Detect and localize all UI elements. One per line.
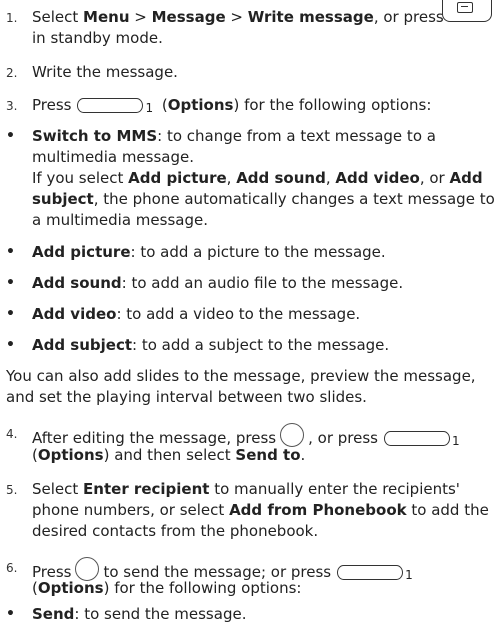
- step-text: Select Menu > Message > Write message, o…: [32, 8, 444, 26]
- step-number: 2.: [6, 66, 18, 80]
- step-text: Write the message.: [32, 63, 178, 81]
- message-key-icon: [442, 0, 492, 22]
- step-number: 1.: [6, 11, 18, 25]
- left-soft-key-icon: [383, 431, 450, 446]
- confirm-key-icon: [280, 423, 305, 447]
- step-number: 6.: [6, 561, 18, 575]
- step-text: Press 1 (Options) for the following optio…: [32, 96, 432, 115]
- step-number: 4.: [6, 427, 18, 441]
- left-soft-key-icon: [337, 565, 404, 580]
- step-number: 5.: [6, 483, 18, 497]
- step-number: 3.: [6, 99, 18, 113]
- bullet: •: [6, 128, 15, 144]
- left-soft-key-icon: [77, 98, 144, 113]
